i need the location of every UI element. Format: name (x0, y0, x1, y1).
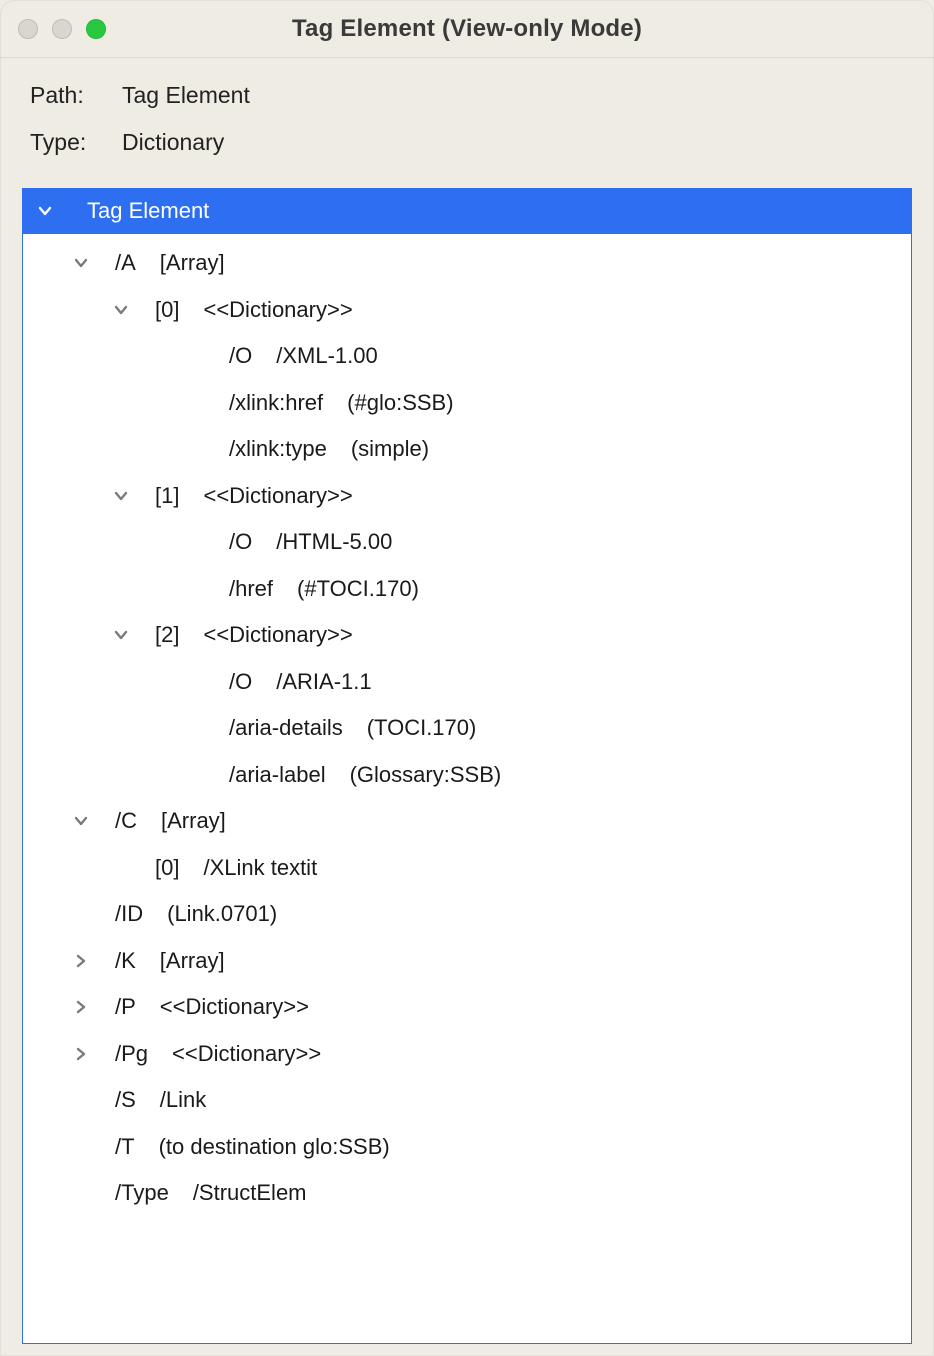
tree-row-value: [Array] (160, 250, 225, 276)
tree-row[interactable]: /Type/StructElem (23, 1170, 911, 1217)
meta-type-value: Dictionary (122, 129, 224, 156)
tree-row[interactable]: /O/XML-1.00 (23, 333, 911, 380)
tree-row-key: /aria-label (229, 762, 326, 788)
tree-row-value: /HTML-5.00 (276, 529, 392, 555)
tree-view: Tag Element /A [Array] [0] <<Dictionary>> /O… (22, 188, 912, 1344)
chevron-down-icon[interactable] (109, 302, 133, 318)
tree-row[interactable]: /xlink:href (#glo:SSB) (23, 380, 911, 427)
meta-path-value: Tag Element (122, 82, 250, 109)
tree-row-key: /xlink:type (229, 436, 327, 462)
tree-root-row[interactable]: Tag Element (23, 188, 911, 234)
tree-row-key: /T (115, 1134, 135, 1160)
tree-row[interactable]: /aria-label (Glossary:SSB) (23, 752, 911, 799)
tree-row[interactable]: /K [Array] (23, 938, 911, 985)
tree-row-value: /Link (160, 1087, 206, 1113)
window-controls (18, 19, 106, 39)
tree-row-value: /XLink textit (203, 855, 317, 881)
tree-row[interactable]: /O/HTML-5.00 (23, 519, 911, 566)
tree-row-key: [2] (155, 622, 179, 648)
tree-row-key: /xlink:href (229, 390, 323, 416)
chevron-right-icon[interactable] (69, 999, 93, 1015)
tree-row[interactable]: /xlink:type (simple) (23, 426, 911, 473)
tree-row-value: <<Dictionary>> (203, 483, 352, 509)
tree-row-key: /Type (115, 1180, 169, 1206)
zoom-button[interactable] (86, 19, 106, 39)
meta-type-label: Type: (30, 129, 100, 156)
tree-row-value: (TOCI.170) (367, 715, 477, 741)
tree-row[interactable]: /S/Link (23, 1077, 911, 1124)
tree-row-key: /O (229, 669, 252, 695)
meta-type-row: Type: Dictionary (30, 129, 904, 156)
chevron-down-icon[interactable] (69, 255, 93, 271)
tree-root-label: Tag Element (87, 198, 209, 224)
tree-row-key: /P (115, 994, 136, 1020)
chevron-right-icon[interactable] (69, 1046, 93, 1062)
meta-path-row: Path: Tag Element (30, 82, 904, 109)
tree-row-key: /Pg (115, 1041, 148, 1067)
tree-row-value: <<Dictionary>> (203, 622, 352, 648)
tree-row-value: /XML-1.00 (276, 343, 378, 369)
tree-row[interactable]: /T (to destination glo:SSB) (23, 1124, 911, 1171)
meta-path-label: Path: (30, 82, 100, 109)
tree-row[interactable]: /ID (Link.0701) (23, 891, 911, 938)
tree-row-key: /O (229, 343, 252, 369)
tree-row[interactable]: /C [Array] (23, 798, 911, 845)
close-button[interactable] (18, 19, 38, 39)
tree-row[interactable]: /A [Array] (23, 240, 911, 287)
tree-row-key: /href (229, 576, 273, 602)
tree-row[interactable]: [1] <<Dictionary>> (23, 473, 911, 520)
chevron-down-icon[interactable] (109, 627, 133, 643)
tree-row-value: (Link.0701) (167, 901, 277, 927)
tree-row-key: /K (115, 948, 136, 974)
tree-row-value: (Glossary:SSB) (350, 762, 502, 788)
tree-row[interactable]: /P <<Dictionary>> (23, 984, 911, 1031)
tree-row[interactable]: /aria-details (TOCI.170) (23, 705, 911, 752)
tree-row[interactable]: /Pg <<Dictionary>> (23, 1031, 911, 1078)
tree-row-key: [0] (155, 297, 179, 323)
chevron-right-icon[interactable] (69, 953, 93, 969)
tree-row-value: <<Dictionary>> (203, 297, 352, 323)
tree-row-key: /C (115, 808, 137, 834)
tree-row-value: /ARIA-1.1 (276, 669, 371, 695)
tree-row-value: <<Dictionary>> (160, 994, 309, 1020)
tree-row-key: /A (115, 250, 136, 276)
tree-row-key: /S (115, 1087, 136, 1113)
tree-row[interactable]: /href (#TOCI.170) (23, 566, 911, 613)
tree-row-key: [0] (155, 855, 179, 881)
tree-row-key: /O (229, 529, 252, 555)
meta-panel: Path: Tag Element Type: Dictionary (0, 58, 934, 188)
chevron-down-icon[interactable] (33, 203, 57, 219)
tree-row[interactable]: [0] /XLink textit (23, 845, 911, 892)
chevron-down-icon[interactable] (69, 813, 93, 829)
tree-row-value: <<Dictionary>> (172, 1041, 321, 1067)
tree-row[interactable]: [0] <<Dictionary>> (23, 287, 911, 334)
tree-row-key: [1] (155, 483, 179, 509)
tree-row-value: (simple) (351, 436, 429, 462)
tree-rows: /A [Array] [0] <<Dictionary>> /O/XML-1.00/xl… (23, 234, 911, 1217)
tree-row-key: /aria-details (229, 715, 343, 741)
tree-row-value: [Array] (160, 948, 225, 974)
tree-row-value: (to destination glo:SSB) (159, 1134, 390, 1160)
minimize-button[interactable] (52, 19, 72, 39)
window: Tag Element (View-only Mode) Path: Tag E… (0, 0, 934, 1356)
titlebar: Tag Element (View-only Mode) (0, 0, 934, 58)
tree-row-value: (#glo:SSB) (347, 390, 453, 416)
tree-row-value: [Array] (161, 808, 226, 834)
tree-row[interactable]: [2] <<Dictionary>> (23, 612, 911, 659)
tree-row-value: /StructElem (193, 1180, 307, 1206)
tree-row[interactable]: /O/ARIA-1.1 (23, 659, 911, 706)
window-title: Tag Element (View-only Mode) (0, 15, 934, 43)
tree-row-key: /ID (115, 901, 143, 927)
tree-row-value: (#TOCI.170) (297, 576, 419, 602)
chevron-down-icon[interactable] (109, 488, 133, 504)
